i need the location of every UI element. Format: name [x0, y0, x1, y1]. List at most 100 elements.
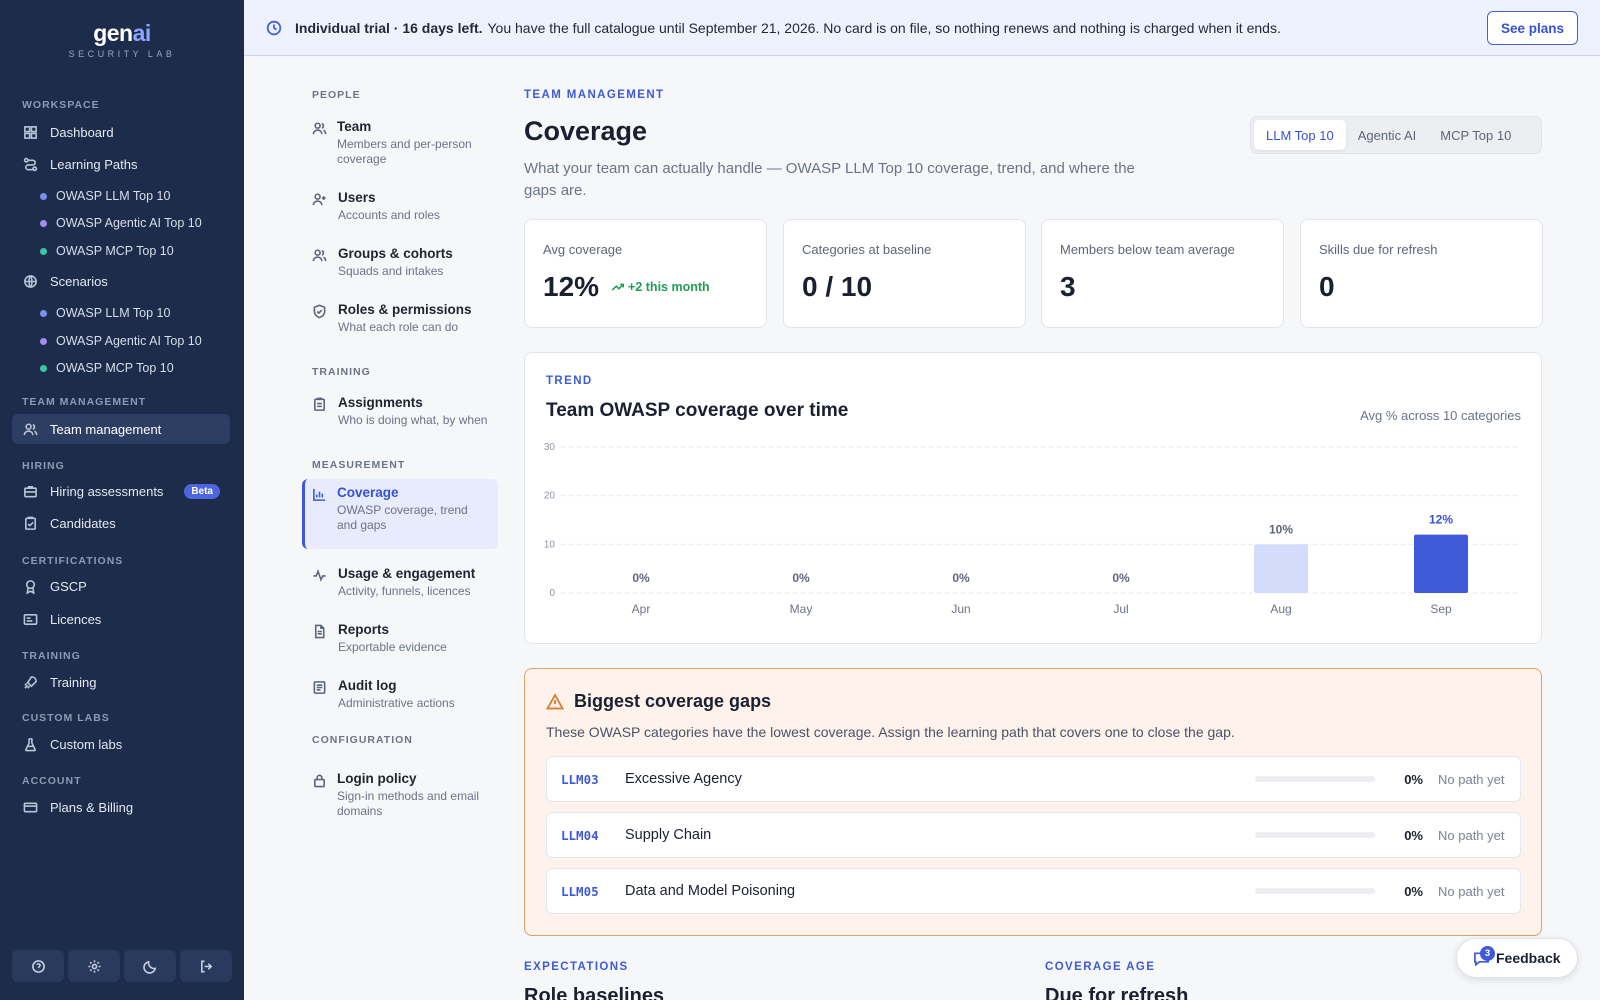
trial-banner: Individual trial · 16 days left. You hav…	[244, 0, 1600, 56]
data-label: 0%	[1112, 571, 1130, 585]
sidebar-item-candidates[interactable]: Candidates	[12, 508, 230, 538]
sidebar-item-plans-billing[interactable]: Plans & Billing	[12, 792, 230, 822]
sidebar-item-dashboard[interactable]: Dashboard	[12, 117, 230, 147]
x-tick-label: Jul	[1113, 602, 1128, 616]
sidebar-item-hiring-assessments[interactable]: Hiring assessments Beta	[12, 476, 230, 506]
y-tick-label: 0	[549, 588, 555, 599]
subnav-title: Usage & engagement	[338, 566, 476, 581]
status-dot	[40, 364, 47, 372]
subnav-section-people: PEOPLE	[312, 89, 361, 101]
feedback-button[interactable]: 3 Feedback	[1456, 938, 1578, 978]
trend-card: TREND Team OWASP coverage over time Avg …	[524, 352, 1542, 644]
warning-icon	[546, 692, 564, 709]
expectations-title: Role baselines	[524, 985, 665, 1000]
see-plans-button[interactable]: See plans	[1486, 11, 1578, 45]
sidebar-subitem-mcp-scenario[interactable]: OWASP MCP Top 10	[40, 357, 174, 379]
subnav-item-roles[interactable]: Roles & permissions What each role can do	[302, 296, 498, 341]
subnav-title: Login policy	[337, 771, 417, 786]
trend-chart: 0 10 20 30 0% Apr 0% May 0% Jun 0% Jul 10% Aug 12% Sep	[544, 442, 1521, 616]
subnav-description: Exportable evidence	[338, 640, 447, 654]
logout-button[interactable]	[180, 950, 232, 982]
y-tick-label: 30	[544, 442, 556, 453]
subnav-title: Groups & cohorts	[338, 246, 453, 261]
log-list-icon	[312, 678, 328, 711]
sidebar-item-team-management[interactable]: Team management	[12, 414, 230, 444]
subnav-description: What each role can do	[338, 320, 459, 334]
help-button[interactable]	[12, 950, 64, 982]
stat-card-avg-coverage: Avg coverage 12% +2 this month	[524, 219, 767, 328]
sidebar-item-label: GSCP	[50, 578, 87, 594]
sidebar-subitem-llm-path[interactable]: OWASP LLM Top 10	[40, 185, 170, 207]
stat-value: 3	[1060, 271, 1076, 302]
stat-value-text: 12%	[543, 271, 600, 302]
y-tick-label: 10	[544, 539, 556, 550]
sidebar-item-label: Training	[50, 674, 97, 690]
sidebar-subitem-mcp-path[interactable]: OWASP MCP Top 10	[40, 240, 174, 262]
coverage-gaps-panel: Biggest coverage gaps These OWASP catego…	[524, 668, 1542, 936]
chart-bar[interactable]	[1254, 544, 1308, 593]
subnav-title: Users	[338, 190, 376, 205]
sidebar-item-label: Custom labs	[50, 736, 123, 752]
stat-card-skills-due-refresh: Skills due for refresh 0	[1300, 219, 1543, 328]
clipboard-check-icon	[22, 515, 38, 531]
subnav-item-audit-log[interactable]: Audit log Administrative actions	[302, 672, 498, 717]
rocket-icon	[22, 674, 38, 690]
sidebar-item-gscp[interactable]: GSCP	[12, 571, 230, 601]
gap-name: Data and Model Poisoning	[625, 883, 796, 899]
subnav-item-usage[interactable]: Usage & engagement Activity, funnels, lic…	[302, 560, 498, 605]
brand-subtitle: SECURITY LAB	[68, 49, 176, 59]
sidebar-item-scenarios[interactable]: Scenarios	[12, 266, 230, 296]
chart-grid: 0 10 20 30	[544, 442, 1521, 599]
subnav-description: Administrative actions	[338, 696, 455, 710]
tab-agentic-ai[interactable]: Agentic AI	[1346, 120, 1429, 150]
subnav-description: Sign-in methods and email domains	[337, 789, 480, 818]
sidebar-subitem-llm-scenario[interactable]: OWASP LLM Top 10	[40, 302, 170, 324]
gap-row-llm03[interactable]: LLM03 Excessive Agency 0% No path yet	[546, 756, 1521, 802]
gap-percent: 0%	[1404, 883, 1423, 899]
feedback-count-badge: 3	[1480, 946, 1495, 961]
chart-bar[interactable]	[1414, 534, 1468, 593]
coverage-progress-bar	[1255, 776, 1375, 782]
gap-row-llm05[interactable]: LLM05 Data and Model Poisoning 0% No pat…	[546, 868, 1521, 914]
sidebar-subitem-agentic-path[interactable]: OWASP Agentic AI Top 10	[40, 212, 202, 234]
logout-icon	[200, 960, 212, 972]
gap-path-status: No path yet	[1438, 883, 1505, 899]
tab-llm-top-10[interactable]: LLM Top 10	[1254, 120, 1346, 150]
subnav-section-training: TRAINING	[312, 366, 371, 378]
subnav-item-login-policy[interactable]: Login policy Sign-in methods and email do…	[302, 765, 498, 825]
sidebar-item-label: Dashboard	[50, 124, 114, 140]
stat-delta: +2 this month	[611, 280, 710, 294]
sidebar-item-training[interactable]: Training	[12, 667, 230, 697]
settings-button[interactable]	[68, 950, 120, 982]
x-tick-label: Sep	[1430, 602, 1452, 616]
users-icon	[312, 246, 328, 279]
subnav-item-team[interactable]: Team Members and per-person coverage	[302, 113, 498, 173]
y-tick-label: 20	[544, 491, 556, 502]
gap-row-llm04[interactable]: LLM04 Supply Chain 0% No path yet	[546, 812, 1521, 858]
section-team-management: TEAM MANAGEMENT	[22, 396, 147, 408]
section-workspace: WORKSPACE	[22, 99, 100, 111]
brand-logo[interactable]: genai SECURITY LAB	[0, 20, 244, 59]
sidebar-item-learning-paths[interactable]: Learning Paths	[12, 149, 230, 179]
subnav-item-assignments[interactable]: Assignments Who is doing what, by when	[302, 389, 498, 434]
tab-mcp-top-10[interactable]: MCP Top 10	[1428, 120, 1523, 150]
theme-toggle-button[interactable]	[124, 950, 176, 982]
framework-tabs: LLM Top 10 Agentic AI MCP Top 10	[1250, 116, 1542, 154]
brand-name: genai	[93, 20, 151, 46]
chart-bars	[1254, 534, 1468, 593]
subnav-item-reports[interactable]: Reports Exportable evidence	[302, 616, 498, 661]
status-dot	[40, 309, 47, 317]
subnav-item-users[interactable]: Users Accounts and roles	[302, 184, 498, 229]
sidebar-item-label: Learning Paths	[50, 156, 138, 172]
subnav-item-coverage[interactable]: Coverage OWASP coverage, trend and gaps	[302, 479, 498, 549]
sidebar-subitem-agentic-scenario[interactable]: OWASP Agentic AI Top 10	[40, 330, 202, 352]
gap-name: Supply Chain	[625, 827, 712, 843]
subnav-item-groups[interactable]: Groups & cohorts Squads and intakes	[302, 240, 498, 285]
sidebar-item-licences[interactable]: Licences	[12, 604, 230, 634]
subnav-title: Coverage	[337, 485, 399, 500]
x-tick-label: Apr	[632, 602, 651, 616]
sidebar-item-custom-labs[interactable]: Custom labs	[12, 729, 230, 759]
feedback-label: Feedback	[1496, 950, 1561, 966]
gaps-title: Biggest coverage gaps	[574, 691, 772, 711]
gap-path-status: No path yet	[1438, 827, 1505, 843]
